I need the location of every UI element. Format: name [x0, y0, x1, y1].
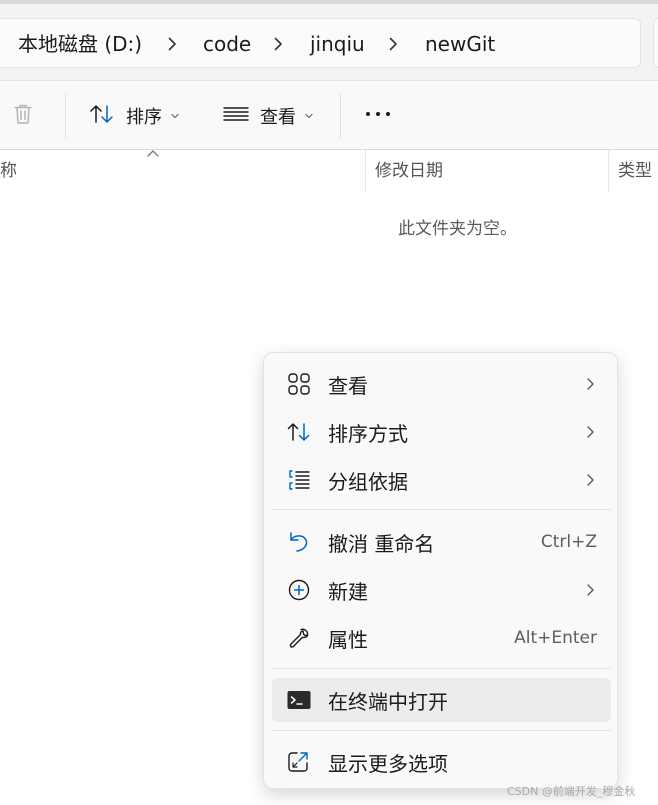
more-options-button[interactable] [364, 95, 392, 137]
menu-item-sort-by[interactable]: 排序方式 [272, 410, 611, 454]
group-list-icon [286, 468, 312, 492]
menu-item-view[interactable]: 查看 [272, 362, 611, 406]
address-bar[interactable]: 本地磁盘 (D:) code jinqiu newGit [0, 18, 641, 68]
menu-item-label: 查看 [328, 373, 368, 398]
breadcrumb-item-jinqiu[interactable]: jinqiu [310, 19, 365, 69]
empty-folder-message: 此文件夹为空。 [398, 219, 517, 239]
menu-item-group-by[interactable]: 分组依据 [272, 458, 611, 502]
sort-ascending-icon [147, 150, 159, 157]
menu-item-label: 属性 [328, 627, 368, 652]
sort-button[interactable]: 排序 [88, 95, 180, 137]
menu-item-label: 新建 [328, 579, 368, 604]
breadcrumb-item-code[interactable]: code [203, 19, 251, 69]
menu-item-undo-rename[interactable]: 撤消 重命名 Ctrl+Z [272, 520, 611, 564]
menu-item-open-in-terminal[interactable]: 在终端中打开 [272, 678, 611, 722]
column-divider[interactable] [608, 150, 609, 192]
menu-separator [272, 730, 611, 731]
menu-item-show-more-options[interactable]: 显示更多选项 [272, 740, 611, 784]
grid-icon [286, 372, 312, 396]
chevron-right-icon [583, 425, 597, 439]
column-divider[interactable] [365, 150, 366, 192]
command-bar: 排序 查看 [0, 80, 658, 150]
menu-item-properties[interactable]: 属性 Alt+Enter [272, 616, 611, 660]
breadcrumb-item-drive[interactable]: 本地磁盘 (D:) [18, 19, 142, 69]
column-type[interactable]: 类型 [618, 150, 652, 192]
list-view-icon [222, 102, 250, 130]
chevron-right-icon[interactable] [385, 36, 401, 52]
external-open-icon [286, 750, 312, 774]
view-label: 查看 [260, 107, 296, 128]
watermark: CSDN @前端开发_穆金秋 [507, 785, 636, 798]
sort-label: 排序 [126, 107, 162, 128]
wrench-icon [286, 626, 312, 650]
column-date-modified[interactable]: 修改日期 [375, 150, 443, 192]
chevron-right-icon [583, 377, 597, 391]
column-name[interactable]: 称 [0, 150, 17, 192]
breadcrumb-item-newgit[interactable]: newGit [425, 19, 495, 69]
toolbar-divider [340, 93, 341, 139]
sort-icon [88, 102, 116, 130]
menu-separator [272, 509, 611, 510]
delete-button[interactable] [10, 95, 36, 137]
shortcut-label: Alt+Enter [514, 628, 597, 648]
chevron-right-icon[interactable] [164, 36, 180, 52]
trash-icon [10, 101, 36, 131]
toolbar-divider [65, 93, 66, 139]
view-button[interactable]: 查看 [222, 95, 314, 137]
chevron-right-icon[interactable] [270, 36, 286, 52]
plus-circle-icon [286, 578, 312, 602]
undo-icon [286, 530, 312, 554]
menu-item-label: 撤消 重命名 [328, 531, 435, 556]
menu-item-label: 排序方式 [328, 421, 408, 446]
chevron-right-icon [583, 473, 597, 487]
context-menu: 查看 排序方式 分组依据 撤消 重命名 Ctrl+Z 新建 属性 Alt+Ent… [263, 352, 618, 789]
chevron-right-icon [583, 583, 597, 597]
menu-item-label: 显示更多选项 [328, 751, 448, 776]
menu-item-label: 分组依据 [328, 469, 408, 494]
menu-item-label: 在终端中打开 [328, 689, 448, 714]
column-header-row: 称 修改日期 类型 [0, 150, 658, 192]
shortcut-label: Ctrl+Z [540, 532, 597, 552]
more-dots-icon [364, 102, 392, 130]
sort-icon [286, 420, 312, 444]
chevron-down-icon [305, 113, 313, 119]
terminal-icon [286, 688, 312, 712]
chevron-down-icon [171, 113, 179, 119]
search-box[interactable] [653, 18, 658, 68]
menu-item-new[interactable]: 新建 [272, 568, 611, 612]
menu-separator [272, 668, 611, 669]
